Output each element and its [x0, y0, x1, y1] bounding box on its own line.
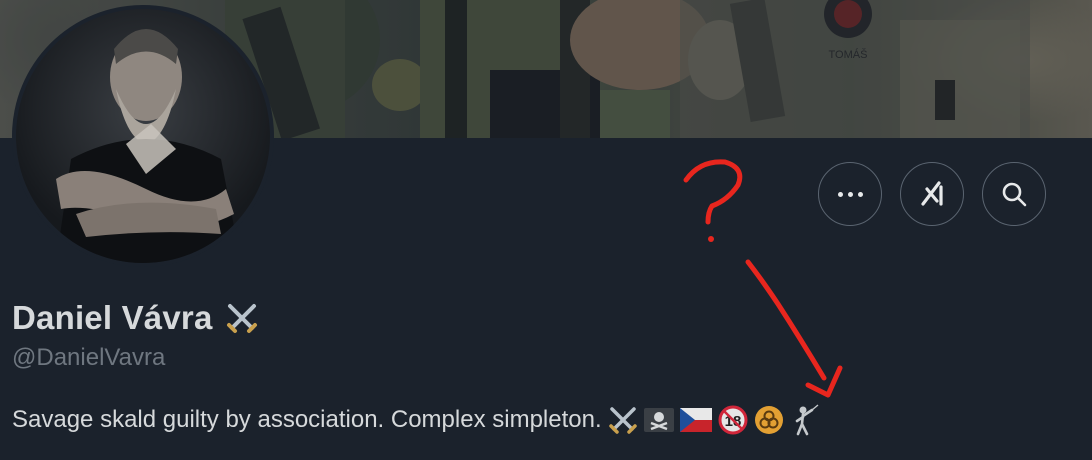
more-icon: [837, 191, 863, 197]
profile-handle: @DanielVavra: [12, 344, 166, 371]
profile-page: TOMÁŠ Daniel Vávra @DanielVavra Savage s…: [0, 0, 1092, 460]
avatar[interactable]: [12, 5, 274, 267]
crossed-swords-icon: [226, 304, 257, 333]
display-name-row: Daniel Vávra: [12, 296, 259, 340]
question-mark-annotation: [683, 159, 743, 242]
avatar-photo: [16, 9, 270, 263]
arrow-annotation: [745, 259, 843, 398]
grok-button[interactable]: [900, 162, 964, 226]
bio-emojis: 18: [608, 404, 826, 436]
search-button[interactable]: [982, 162, 1046, 226]
more-button[interactable]: [818, 162, 882, 226]
search-icon: [1002, 182, 1027, 207]
czech-flag-icon: [679, 408, 712, 432]
biohazard-icon: [754, 405, 784, 435]
crossed-swords-icon: [608, 405, 638, 435]
display-name: Daniel Vávra: [12, 299, 213, 336]
fencer-icon: [790, 404, 820, 436]
no-under-18-icon: 18: [718, 405, 748, 435]
bio-text: Savage skald guilty by association. Comp…: [12, 406, 602, 433]
grok-icon: [921, 181, 943, 206]
pirate-flag-icon: [643, 408, 674, 432]
profile-bio: Savage skald guilty by association. Comp…: [12, 402, 826, 438]
